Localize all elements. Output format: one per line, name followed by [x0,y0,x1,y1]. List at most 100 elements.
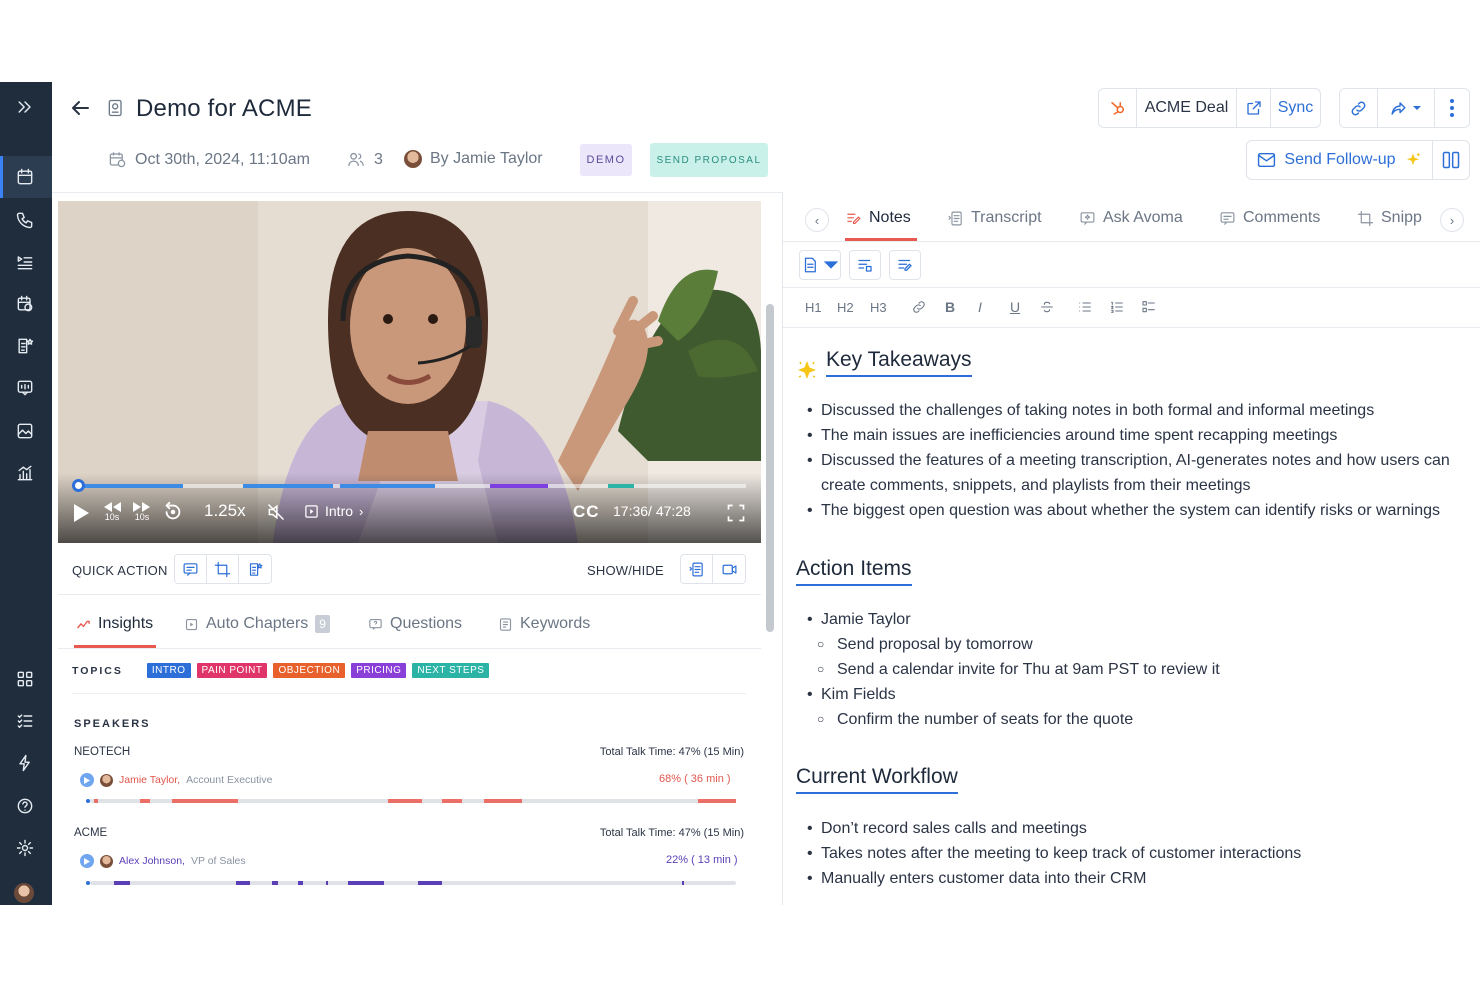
tab-auto-chapters[interactable]: Auto Chapters 9 [184,615,330,633]
split-view-icon[interactable] [1433,141,1469,179]
tab-notes-label: Notes [869,209,911,226]
calendar-clock-icon [109,152,126,168]
tab-comments[interactable]: Comments [1219,209,1320,227]
speaker-role: VP of Sales [190,855,246,867]
link-icon[interactable] [1340,89,1378,127]
skip-forward-button[interactable]: 10s [132,501,152,522]
playback-speed[interactable]: 1.25x [204,501,246,521]
speaker-row-jamie[interactable]: Jamie Taylor, Account Executive [80,773,272,787]
lightning-icon[interactable] [12,750,38,776]
playlist-icon[interactable] [12,249,38,275]
topic-pricing[interactable]: PRICING [351,663,407,678]
insert-notes-icon[interactable] [849,250,881,280]
video-player[interactable]: 10s 10s 1.25x Intro › CC 17:36/ 47:28 [58,201,761,543]
speaker-play-icon[interactable] [80,773,94,787]
settings-gear-icon[interactable] [12,835,38,861]
analytics-icon[interactable] [12,460,38,486]
template-dropdown-button[interactable] [799,250,841,280]
list-item: The biggest open question was about whet… [807,498,1457,523]
image-icon[interactable] [12,418,38,444]
topic-intro[interactable]: INTRO [146,663,191,678]
demo-badge[interactable]: DEMO [580,144,632,176]
back-arrow-icon[interactable] [68,96,92,120]
show-hide-buttons [680,554,746,584]
schedule-icon[interactable] [12,291,38,317]
chapters-icon [185,618,198,630]
sync-button[interactable]: Sync [1271,89,1320,127]
chapter-selector[interactable]: Intro › [304,503,363,519]
ai-notes-icon[interactable] [889,250,921,280]
send-follow-up-button[interactable]: Send Follow-up [1247,141,1433,179]
topic-pain-point[interactable]: PAIN POINT [196,663,268,678]
add-note-icon[interactable] [239,555,271,583]
attendee-count[interactable]: 3 [346,150,383,169]
acme-deal-link[interactable]: ACME Deal [1137,89,1237,127]
attendees-icon [348,152,364,166]
strikethrough-icon[interactable] [1039,299,1055,318]
topic-next-steps[interactable]: NEXT STEPS [412,663,490,678]
heading-1-button[interactable]: H1 [805,300,822,315]
share-dropdown-button[interactable] [1378,89,1436,127]
tab-ask-avoma[interactable]: Ask Avoma [1079,209,1183,227]
bold-button[interactable]: B [945,299,955,315]
bullet-list-icon[interactable] [1077,299,1093,318]
help-icon[interactable] [12,793,38,819]
tabs-scroll-right-icon[interactable]: › [1440,208,1464,232]
tabs-scroll-left-icon[interactable]: ‹ [805,208,829,232]
meeting-owner: By Jamie Taylor [404,150,543,168]
italic-button[interactable]: I [978,299,982,315]
expand-sidebar-icon[interactable] [12,94,38,120]
open-external-icon[interactable] [1237,89,1271,127]
underline-button[interactable]: U [1010,299,1020,315]
video-progress-bar[interactable] [78,484,746,488]
tab-questions[interactable]: Questions [368,615,462,633]
topic-objection[interactable]: OBJECTION [273,663,346,678]
action-items-list: Jamie Taylor Send proposal by tomorrow S… [807,607,1457,732]
numbered-list-icon[interactable] [1109,299,1125,318]
mute-icon[interactable] [266,502,286,522]
chat-icon[interactable] [12,375,38,401]
heading-2-button[interactable]: H2 [837,300,854,315]
chevron-down-icon [823,261,838,269]
apps-grid-icon[interactable] [12,666,38,692]
tab-snippets-label: Snipp [1381,209,1422,226]
comment-icon[interactable] [175,555,207,583]
action-items-heading: Action Items [796,557,912,586]
tab-keywords[interactable]: Keywords [498,615,590,633]
captions-button[interactable]: CC [573,502,600,522]
tab-notes[interactable]: Notes [845,209,911,227]
transcript-toggle-icon[interactable] [681,555,713,583]
tab-snippets[interactable]: Snipp [1357,209,1422,227]
checklist-icon[interactable] [12,708,38,734]
phone-icon[interactable] [12,207,38,233]
speaker-avatar [100,854,113,868]
speaker-row-alex[interactable]: Alex Johnson, VP of Sales [80,854,246,868]
insights-tabs: Insights Auto Chapters 9 Questions Keywo… [58,603,761,649]
list-item: Confirm the number of seats for the quot… [817,707,1457,732]
video-scrubber-handle[interactable] [72,479,85,492]
user-avatar[interactable] [14,883,34,903]
heading-3-button[interactable]: H3 [870,300,887,315]
play-button[interactable] [72,503,90,523]
more-options-icon[interactable] [1435,89,1469,127]
tab-auto-chapters-label: Auto Chapters [206,615,309,632]
send-proposal-badge[interactable]: SEND PROPOSAL [650,143,768,177]
calendar-icon[interactable] [12,164,38,190]
notes-star-icon[interactable] [12,333,38,359]
speaker-play-icon[interactable] [80,854,94,868]
replay-icon[interactable] [162,501,184,523]
hubspot-icon[interactable] [1099,89,1137,127]
link-format-icon[interactable] [911,299,927,318]
crop-snippet-icon[interactable] [207,555,239,583]
tab-insights[interactable]: Insights [76,615,153,633]
tab-transcript[interactable]: Transcript [947,209,1042,227]
notes-editor[interactable]: Key Takeaways Discussed the challenges o… [783,328,1480,905]
speaker-timeline[interactable] [86,881,736,885]
follow-up-group: Send Follow-up [1246,140,1470,180]
left-panel-scrollbar[interactable] [766,304,774,632]
skip-back-button[interactable]: 10s [102,501,122,522]
video-toggle-icon[interactable] [713,555,745,583]
fullscreen-icon[interactable] [726,503,746,523]
checklist-format-icon[interactable] [1141,299,1157,318]
speaker-timeline[interactable] [86,799,736,803]
